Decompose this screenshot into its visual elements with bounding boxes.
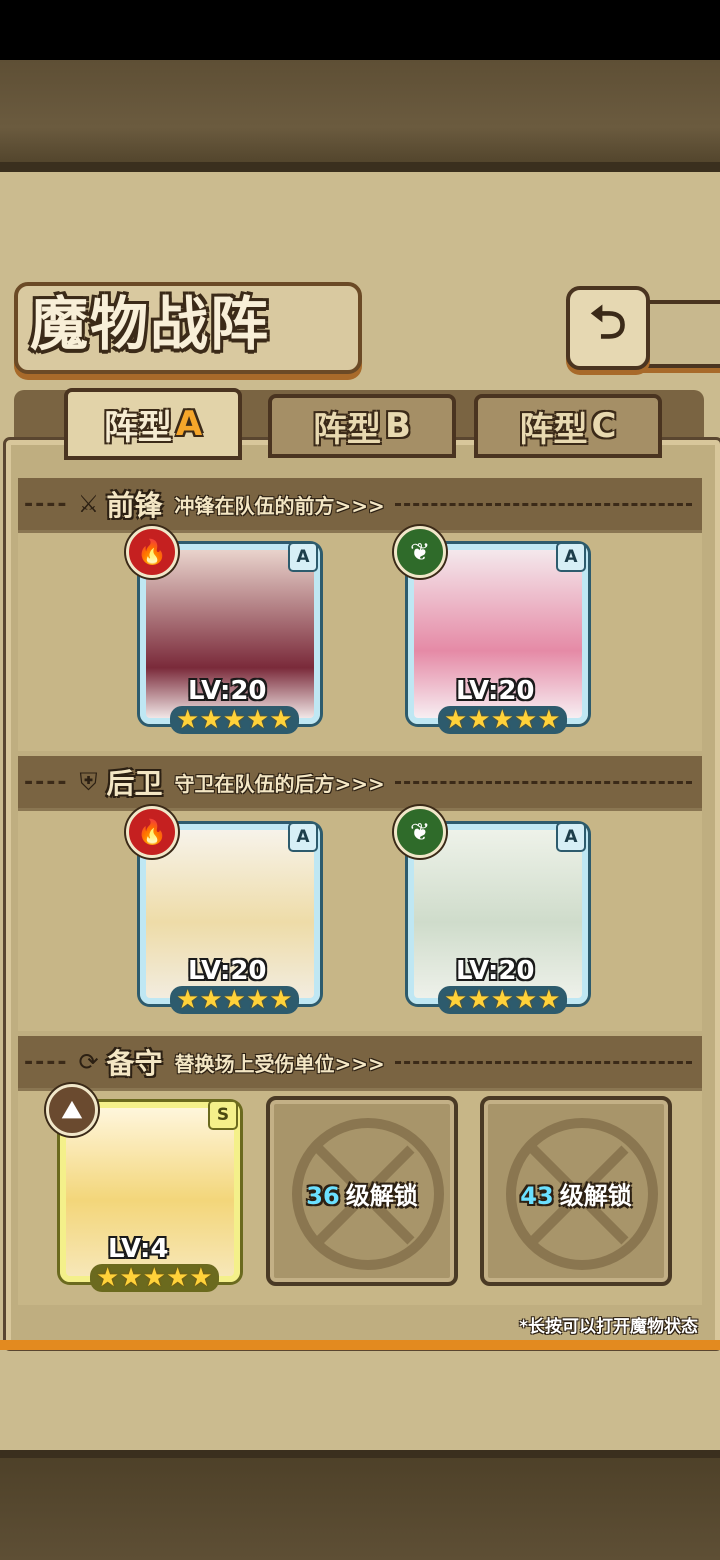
locked-slot[interactable]: 43 级解锁 [480,1096,672,1286]
rank-badge: A [556,542,586,572]
swap-icon: ⟳ [78,1048,99,1076]
level-label: LV:4 [108,1234,169,1264]
section-front-header: ---- ⚔ 前锋 冲锋在队伍的前方>>> [18,478,702,530]
fire-element-icon: 🔥 [126,526,178,578]
section-desc: 冲锋在队伍的前方>>> [174,493,385,518]
rank-badge: A [556,822,586,852]
level-label: LV:20 [188,676,267,706]
star-rating: ★ ★ ★ ★ ★ [90,1264,219,1292]
top-map-band [0,60,720,172]
unlock-level: 43 [520,1182,554,1210]
rank-badge: A [288,542,318,572]
locked-slot[interactable]: 36 级解锁 [266,1096,458,1286]
section-desc: 守卫在队伍的后方>>> [174,771,385,796]
long-press-hint: *长按可以打开魔物状态 [519,1317,698,1337]
tab-formation-c[interactable]: 阵型 C [474,394,662,458]
tab-label: 阵型 [519,409,588,450]
back-rail [640,300,720,368]
section-rear-header: ---- ⛨ 后卫 守卫在队伍的后方>>> [18,756,702,808]
back-button[interactable]: ⮌ [566,286,650,370]
earth-element-icon: ⛰ [46,1084,98,1136]
tab-letter: A [175,404,203,444]
level-label: LV:20 [456,676,535,706]
star-rating: ★ ★ ★ ★ ★ [438,986,567,1014]
fire-element-icon: 🔥 [126,806,178,858]
section-name: 备守 [106,1047,163,1080]
leaf-element-icon: ❦ [394,526,446,578]
sword-icon: ⚔ [77,490,100,518]
section-desc: 替换场上受伤单位>>> [174,1051,385,1076]
monster-card[interactable]: S ⛰ LV:4 ★ ★ ★ ★ ★ [46,1084,240,1292]
star-rating: ★ ★ ★ ★ ★ [170,706,299,734]
leaf-element-icon: ❦ [394,806,446,858]
star-rating: ★ ★ ★ ★ ★ [438,706,567,734]
shield-icon: ⛨ [79,768,98,796]
tab-formation-a[interactable]: 阵型 A [64,388,242,460]
rank-badge: A [288,822,318,852]
tab-letter: C [591,406,617,446]
back-arrow-icon: ⮌ [589,295,627,349]
tab-label: 阵型 [103,407,172,448]
section-name: 后卫 [106,767,163,800]
section-name: 前锋 [106,489,163,522]
tab-formation-b[interactable]: 阵型 B [268,394,456,458]
unlock-text: 级解锁 [345,1182,418,1210]
tab-letter: B [385,406,411,446]
monster-card[interactable]: A 🔥 LV:20 ★ ★ ★ ★ ★ [126,806,320,1014]
level-label: LV:20 [188,956,267,986]
monster-card[interactable]: A ❦ LV:20 ★ ★ ★ ★ ★ [394,806,588,1014]
bottom-map-band [0,1450,720,1560]
monster-card[interactable]: A 🔥 LV:20 ★ ★ ★ ★ ★ [126,526,320,734]
section-reserve-header: ---- ⟳ 备守 替换场上受伤单位>>> [18,1036,702,1088]
star-rating: ★ ★ ★ ★ ★ [170,986,299,1014]
unlock-text: 级解锁 [559,1182,632,1210]
rank-badge: S [208,1100,238,1130]
torn-edge [0,186,720,220]
unlock-level: 36 [306,1182,340,1210]
panel-bottom-strip [0,1340,720,1350]
page-title: 魔物战阵 [30,290,271,358]
status-bar [0,0,720,60]
front-row [18,530,702,751]
monster-card[interactable]: A ❦ LV:20 ★ ★ ★ ★ ★ [394,526,588,734]
tab-label: 阵型 [313,409,382,450]
rear-row [18,808,702,1031]
level-label: LV:20 [456,956,535,986]
